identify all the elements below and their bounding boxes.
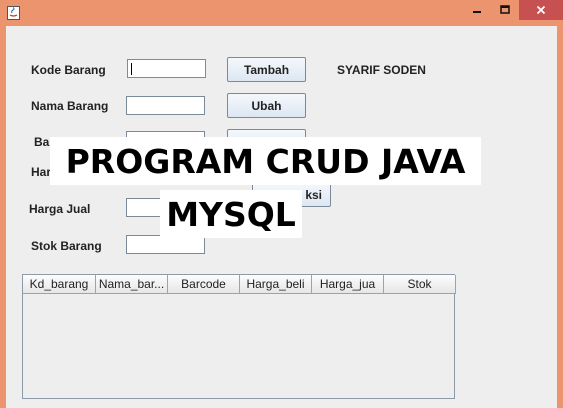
author-name: SYARIF SODEN [337,63,426,77]
harga-beli-label: Har [31,165,52,179]
minimize-button[interactable] [463,0,491,20]
nama-barang-field[interactable] [126,96,205,115]
column-header-barcode[interactable]: Barcode [168,275,240,294]
kode-barang-field[interactable] [127,59,206,78]
harga-jual-label: Harga Jual [29,202,91,216]
maximize-button[interactable] [491,0,519,20]
title-bar [0,0,563,26]
nama-barang-label: Nama Barang [31,99,109,113]
kode-barang-label: Kode Barang [31,63,106,77]
close-icon [536,5,546,15]
overlay-title-line2: MYSQL [160,190,302,238]
column-header-stok[interactable]: Stok [384,275,456,294]
ubah-button[interactable]: Ubah [227,93,306,118]
barcode-label: Ba [34,135,50,149]
stok-barang-label: Stok Barang [31,239,102,253]
column-header-nama-barang[interactable]: Nama_bar... [96,275,168,294]
close-button[interactable] [519,0,563,20]
minimize-icon [473,11,481,13]
frame-right-border [557,26,563,408]
java-app-icon [7,6,20,20]
column-header-harga-jual[interactable]: Harga_jua [312,275,384,294]
column-header-harga-beli[interactable]: Harga_beli [240,275,312,294]
table-header: Kd_barang Nama_bar... Barcode Harga_beli… [23,275,456,294]
text-caret [131,63,132,75]
maximize-icon [500,5,510,14]
tambah-button[interactable]: Tambah [227,57,306,82]
overlay-title-line1: PROGRAM CRUD JAVA [50,137,481,185]
column-header-kd-barang[interactable]: Kd_barang [23,275,96,294]
barang-table[interactable]: Kd_barang Nama_bar... Barcode Harga_beli… [22,274,456,399]
